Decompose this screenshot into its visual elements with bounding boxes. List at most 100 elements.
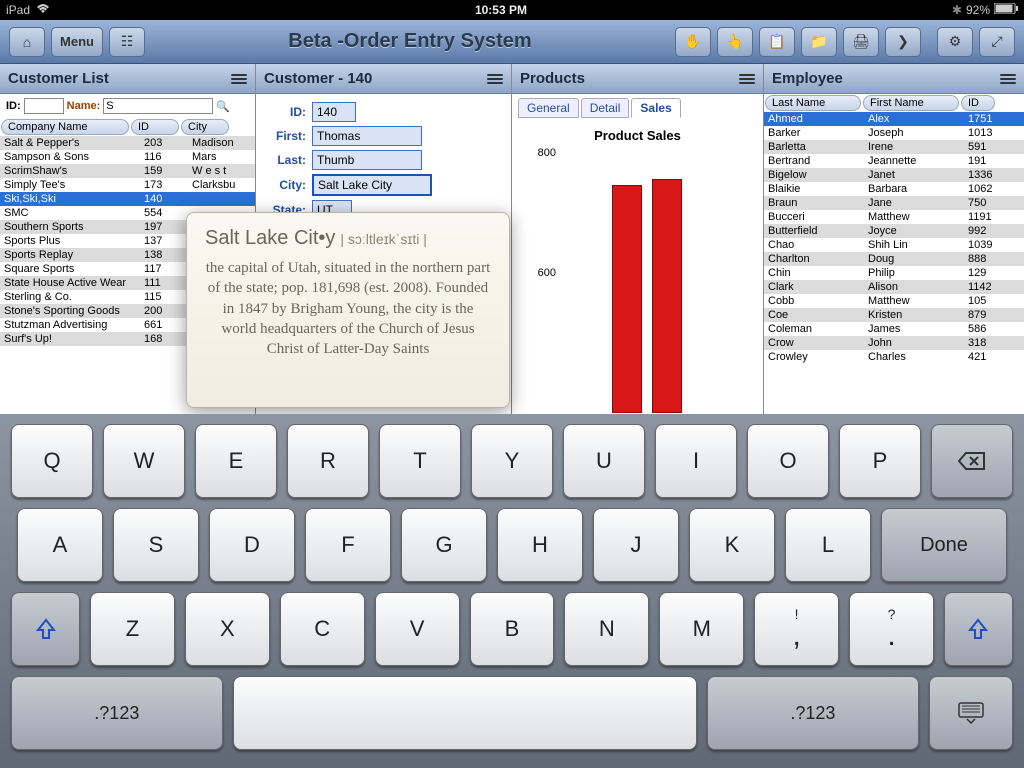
ytick-600: 600: [538, 267, 556, 279]
field-label-city: City:: [264, 178, 306, 192]
key-k[interactable]: K: [689, 508, 775, 582]
products-panel: Products General Detail Sales Product Sa…: [512, 64, 764, 414]
key-t[interactable]: T: [379, 424, 461, 498]
expand-icon: ⤢: [991, 33, 1002, 50]
settings-button[interactable]: ⚙: [937, 27, 973, 57]
col-city[interactable]: City: [181, 119, 229, 135]
done-key[interactable]: Done: [881, 508, 1007, 582]
shift-key-left[interactable]: [11, 592, 80, 666]
name-input[interactable]: [103, 98, 213, 114]
panel-title: Customer List: [8, 70, 109, 87]
table-row[interactable]: Sampson & Sons116Mars: [0, 150, 255, 164]
table-row[interactable]: BertrandJeannette191: [764, 154, 1024, 168]
table-row[interactable]: CobbMatthew105: [764, 294, 1024, 308]
list-toggle-button[interactable]: ☷: [109, 27, 145, 57]
key-j[interactable]: J: [593, 508, 679, 582]
col-empid[interactable]: ID: [961, 95, 995, 111]
field-id[interactable]: [312, 102, 356, 122]
key-z[interactable]: Z: [90, 592, 175, 666]
comma-key[interactable]: !,: [754, 592, 839, 666]
table-row[interactable]: BucceriMatthew1191: [764, 210, 1024, 224]
table-row[interactable]: Salt & Pepper's203Madison: [0, 136, 255, 150]
key-m[interactable]: M: [659, 592, 744, 666]
key-u[interactable]: U: [563, 424, 645, 498]
table-row[interactable]: CoeKristen879: [764, 308, 1024, 322]
hide-keyboard-key[interactable]: [929, 676, 1013, 750]
table-row[interactable]: AhmedAlex1751: [764, 112, 1024, 126]
key-f[interactable]: F: [305, 508, 391, 582]
table-row[interactable]: CrowleyCharles421: [764, 350, 1024, 364]
key-a[interactable]: A: [17, 508, 103, 582]
search-icon[interactable]: 🔍: [216, 100, 230, 113]
home-button[interactable]: ⌂: [9, 27, 45, 57]
field-city[interactable]: [312, 174, 432, 196]
table-row[interactable]: CrowJohn318: [764, 336, 1024, 350]
table-row[interactable]: ClarkAlison1142: [764, 280, 1024, 294]
numkey-left[interactable]: .?123: [11, 676, 223, 750]
table-row[interactable]: ChinPhilip129: [764, 266, 1024, 280]
field-last[interactable]: [312, 150, 422, 170]
key-r[interactable]: R: [287, 424, 369, 498]
expand-button[interactable]: ⤢: [979, 27, 1015, 57]
key-l[interactable]: L: [785, 508, 871, 582]
key-w[interactable]: W: [103, 424, 185, 498]
numkey-right[interactable]: .?123: [707, 676, 919, 750]
key-c[interactable]: C: [280, 592, 365, 666]
table-row[interactable]: ScrimShaw's159W e s t: [0, 164, 255, 178]
table-row[interactable]: CharltonDoug888: [764, 252, 1024, 266]
table-row[interactable]: BraunJane750: [764, 196, 1024, 210]
action-btn-3[interactable]: 📋: [759, 27, 795, 57]
table-row[interactable]: Ski,Ski,Ski140: [0, 192, 255, 206]
panel-menu-icon[interactable]: [739, 72, 755, 86]
space-key[interactable]: [233, 676, 697, 750]
key-g[interactable]: G: [401, 508, 487, 582]
shift-key-right[interactable]: [944, 592, 1013, 666]
col-lastname[interactable]: Last Name: [765, 95, 861, 111]
tab-general[interactable]: General: [518, 98, 579, 118]
key-o[interactable]: O: [747, 424, 829, 498]
table-row[interactable]: BarlettaIrene591: [764, 140, 1024, 154]
key-q[interactable]: Q: [11, 424, 93, 498]
key-n[interactable]: N: [564, 592, 649, 666]
table-row[interactable]: BlaikieBarbara1062: [764, 182, 1024, 196]
key-p[interactable]: P: [839, 424, 921, 498]
backspace-key[interactable]: [931, 424, 1013, 498]
action-btn-1[interactable]: ✋: [675, 27, 711, 57]
panel-menu-icon[interactable]: [231, 72, 247, 86]
table-row[interactable]: BigelowJanet1336: [764, 168, 1024, 182]
id-input[interactable]: [24, 98, 64, 114]
key-h[interactable]: H: [497, 508, 583, 582]
panel-menu-icon[interactable]: [1000, 72, 1016, 86]
table-row[interactable]: ButterfieldJoyce992: [764, 224, 1024, 238]
forward-button[interactable]: ❯: [885, 27, 921, 57]
col-company[interactable]: Company Name: [1, 119, 129, 135]
tab-detail[interactable]: Detail: [581, 98, 630, 118]
field-first[interactable]: [312, 126, 422, 146]
key-v[interactable]: V: [375, 592, 460, 666]
dictionary-popover: Salt Lake Cit•y | sɔːltleɪkˈsɪti | the c…: [186, 212, 510, 408]
table-row[interactable]: Simply Tee's173Clarksbu: [0, 178, 255, 192]
key-b[interactable]: B: [470, 592, 555, 666]
table-row[interactable]: BarkerJoseph1013: [764, 126, 1024, 140]
period-key[interactable]: ?.: [849, 592, 934, 666]
action-btn-2[interactable]: 👆: [717, 27, 753, 57]
col-firstname[interactable]: First Name: [863, 95, 959, 111]
key-i[interactable]: I: [655, 424, 737, 498]
print-button[interactable]: 🖨: [843, 27, 879, 57]
status-bar: iPad 10:53 PM ✱ 92%: [0, 0, 1024, 20]
panel-menu-icon[interactable]: [487, 72, 503, 86]
key-x[interactable]: X: [185, 592, 270, 666]
action-btn-4[interactable]: 📁: [801, 27, 837, 57]
device-label: iPad: [6, 3, 30, 17]
table-row[interactable]: ChaoShih Lin1039: [764, 238, 1024, 252]
field-label-first: First:: [264, 129, 306, 143]
key-y[interactable]: Y: [471, 424, 553, 498]
list-icon: ☷: [121, 33, 134, 50]
key-e[interactable]: E: [195, 424, 277, 498]
key-s[interactable]: S: [113, 508, 199, 582]
tab-sales[interactable]: Sales: [631, 98, 680, 118]
key-d[interactable]: D: [209, 508, 295, 582]
col-id[interactable]: ID: [131, 119, 179, 135]
table-row[interactable]: ColemanJames586: [764, 322, 1024, 336]
menu-button[interactable]: Menu: [51, 27, 103, 57]
